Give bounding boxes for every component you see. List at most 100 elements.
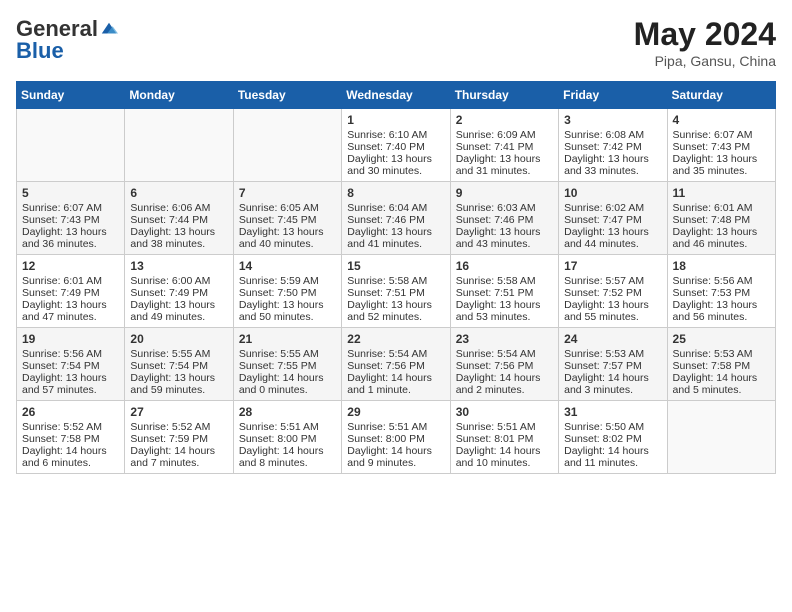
day-info-line: Sunset: 7:44 PM bbox=[130, 214, 227, 226]
day-info-line: Sunrise: 5:58 AM bbox=[347, 275, 444, 287]
day-info-line: Daylight: 13 hours bbox=[239, 299, 336, 311]
day-number: 21 bbox=[239, 332, 336, 346]
day-info-line: Daylight: 13 hours bbox=[239, 226, 336, 238]
day-info-line: Sunrise: 6:03 AM bbox=[456, 202, 553, 214]
day-info-line: Sunset: 7:54 PM bbox=[130, 360, 227, 372]
day-info-line: Sunrise: 6:05 AM bbox=[239, 202, 336, 214]
day-info-line: Sunset: 7:59 PM bbox=[130, 433, 227, 445]
page-header: General Blue May 2024 Pipa, Gansu, China bbox=[16, 16, 776, 69]
day-number: 17 bbox=[564, 259, 661, 273]
calendar-cell: 14Sunrise: 5:59 AMSunset: 7:50 PMDayligh… bbox=[233, 255, 341, 328]
day-number: 7 bbox=[239, 186, 336, 200]
day-number: 4 bbox=[673, 113, 770, 127]
day-info-line: Sunset: 7:58 PM bbox=[673, 360, 770, 372]
day-number: 1 bbox=[347, 113, 444, 127]
day-number: 3 bbox=[564, 113, 661, 127]
day-info-line: Sunset: 7:46 PM bbox=[347, 214, 444, 226]
day-number: 29 bbox=[347, 405, 444, 419]
day-info-line: and 44 minutes. bbox=[564, 238, 661, 250]
day-info-line: Daylight: 13 hours bbox=[564, 299, 661, 311]
day-number: 19 bbox=[22, 332, 119, 346]
day-info-line: Sunrise: 6:07 AM bbox=[22, 202, 119, 214]
day-number: 26 bbox=[22, 405, 119, 419]
calendar-cell: 10Sunrise: 6:02 AMSunset: 7:47 PMDayligh… bbox=[559, 182, 667, 255]
calendar-cell bbox=[667, 401, 775, 474]
calendar-cell: 16Sunrise: 5:58 AMSunset: 7:51 PMDayligh… bbox=[450, 255, 558, 328]
day-number: 5 bbox=[22, 186, 119, 200]
month-title: May 2024 bbox=[634, 16, 776, 53]
day-info-line: and 36 minutes. bbox=[22, 238, 119, 250]
day-info-line: and 3 minutes. bbox=[564, 384, 661, 396]
day-info-line: and 30 minutes. bbox=[347, 165, 444, 177]
calendar-cell: 30Sunrise: 5:51 AMSunset: 8:01 PMDayligh… bbox=[450, 401, 558, 474]
day-info-line: Sunset: 7:49 PM bbox=[22, 287, 119, 299]
day-info-line: Daylight: 13 hours bbox=[347, 299, 444, 311]
day-info-line: Sunrise: 5:54 AM bbox=[456, 348, 553, 360]
calendar-week-row: 1Sunrise: 6:10 AMSunset: 7:40 PMDaylight… bbox=[17, 109, 776, 182]
calendar-cell: 8Sunrise: 6:04 AMSunset: 7:46 PMDaylight… bbox=[342, 182, 450, 255]
day-number: 24 bbox=[564, 332, 661, 346]
day-info-line: Sunrise: 5:56 AM bbox=[673, 275, 770, 287]
day-info-line: Daylight: 13 hours bbox=[347, 153, 444, 165]
day-info-line: Sunrise: 6:04 AM bbox=[347, 202, 444, 214]
day-info-line: Daylight: 14 hours bbox=[347, 445, 444, 457]
column-header-thursday: Thursday bbox=[450, 82, 558, 109]
day-info-line: Daylight: 14 hours bbox=[130, 445, 227, 457]
day-info-line: Daylight: 13 hours bbox=[673, 153, 770, 165]
day-info-line: and 9 minutes. bbox=[347, 457, 444, 469]
day-info-line: Daylight: 13 hours bbox=[22, 372, 119, 384]
day-info-line: Sunset: 7:40 PM bbox=[347, 141, 444, 153]
calendar-cell: 4Sunrise: 6:07 AMSunset: 7:43 PMDaylight… bbox=[667, 109, 775, 182]
day-info-line: Daylight: 13 hours bbox=[673, 226, 770, 238]
day-info-line: and 41 minutes. bbox=[347, 238, 444, 250]
day-info-line: Sunrise: 6:01 AM bbox=[22, 275, 119, 287]
day-info-line: Daylight: 13 hours bbox=[22, 226, 119, 238]
column-header-tuesday: Tuesday bbox=[233, 82, 341, 109]
day-info-line: and 33 minutes. bbox=[564, 165, 661, 177]
day-info-line: and 35 minutes. bbox=[673, 165, 770, 177]
day-info-line: Daylight: 13 hours bbox=[130, 226, 227, 238]
day-info-line: Daylight: 14 hours bbox=[22, 445, 119, 457]
day-info-line: and 8 minutes. bbox=[239, 457, 336, 469]
day-info-line: Sunrise: 5:51 AM bbox=[239, 421, 336, 433]
day-info-line: Sunrise: 5:57 AM bbox=[564, 275, 661, 287]
day-info-line: and 0 minutes. bbox=[239, 384, 336, 396]
day-info-line: Daylight: 14 hours bbox=[456, 445, 553, 457]
calendar-table: SundayMondayTuesdayWednesdayThursdayFrid… bbox=[16, 81, 776, 474]
column-header-wednesday: Wednesday bbox=[342, 82, 450, 109]
day-number: 23 bbox=[456, 332, 553, 346]
calendar-cell: 13Sunrise: 6:00 AMSunset: 7:49 PMDayligh… bbox=[125, 255, 233, 328]
day-info-line: Sunset: 7:42 PM bbox=[564, 141, 661, 153]
day-info-line: and 46 minutes. bbox=[673, 238, 770, 250]
day-number: 10 bbox=[564, 186, 661, 200]
calendar-cell: 28Sunrise: 5:51 AMSunset: 8:00 PMDayligh… bbox=[233, 401, 341, 474]
day-info-line: and 57 minutes. bbox=[22, 384, 119, 396]
calendar-cell: 29Sunrise: 5:51 AMSunset: 8:00 PMDayligh… bbox=[342, 401, 450, 474]
calendar-cell: 6Sunrise: 6:06 AMSunset: 7:44 PMDaylight… bbox=[125, 182, 233, 255]
day-number: 14 bbox=[239, 259, 336, 273]
day-number: 9 bbox=[456, 186, 553, 200]
day-info-line: Sunset: 7:56 PM bbox=[347, 360, 444, 372]
day-info-line: Sunrise: 5:50 AM bbox=[564, 421, 661, 433]
day-info-line: and 47 minutes. bbox=[22, 311, 119, 323]
day-info-line: Sunrise: 5:56 AM bbox=[22, 348, 119, 360]
day-info-line: Sunrise: 6:00 AM bbox=[130, 275, 227, 287]
day-info-line: and 50 minutes. bbox=[239, 311, 336, 323]
day-info-line: Sunrise: 6:06 AM bbox=[130, 202, 227, 214]
calendar-cell: 25Sunrise: 5:53 AMSunset: 7:58 PMDayligh… bbox=[667, 328, 775, 401]
day-info-line: and 6 minutes. bbox=[22, 457, 119, 469]
day-info-line: Sunset: 7:47 PM bbox=[564, 214, 661, 226]
calendar-cell: 17Sunrise: 5:57 AMSunset: 7:52 PMDayligh… bbox=[559, 255, 667, 328]
day-number: 16 bbox=[456, 259, 553, 273]
day-number: 12 bbox=[22, 259, 119, 273]
day-info-line: and 1 minute. bbox=[347, 384, 444, 396]
day-info-line: and 40 minutes. bbox=[239, 238, 336, 250]
day-info-line: Sunrise: 5:55 AM bbox=[130, 348, 227, 360]
day-info-line: and 52 minutes. bbox=[347, 311, 444, 323]
day-info-line: Daylight: 13 hours bbox=[564, 153, 661, 165]
day-info-line: Sunrise: 5:58 AM bbox=[456, 275, 553, 287]
day-info-line: Sunset: 7:57 PM bbox=[564, 360, 661, 372]
day-info-line: and 10 minutes. bbox=[456, 457, 553, 469]
day-info-line: and 53 minutes. bbox=[456, 311, 553, 323]
logo-blue-text: Blue bbox=[16, 38, 64, 64]
